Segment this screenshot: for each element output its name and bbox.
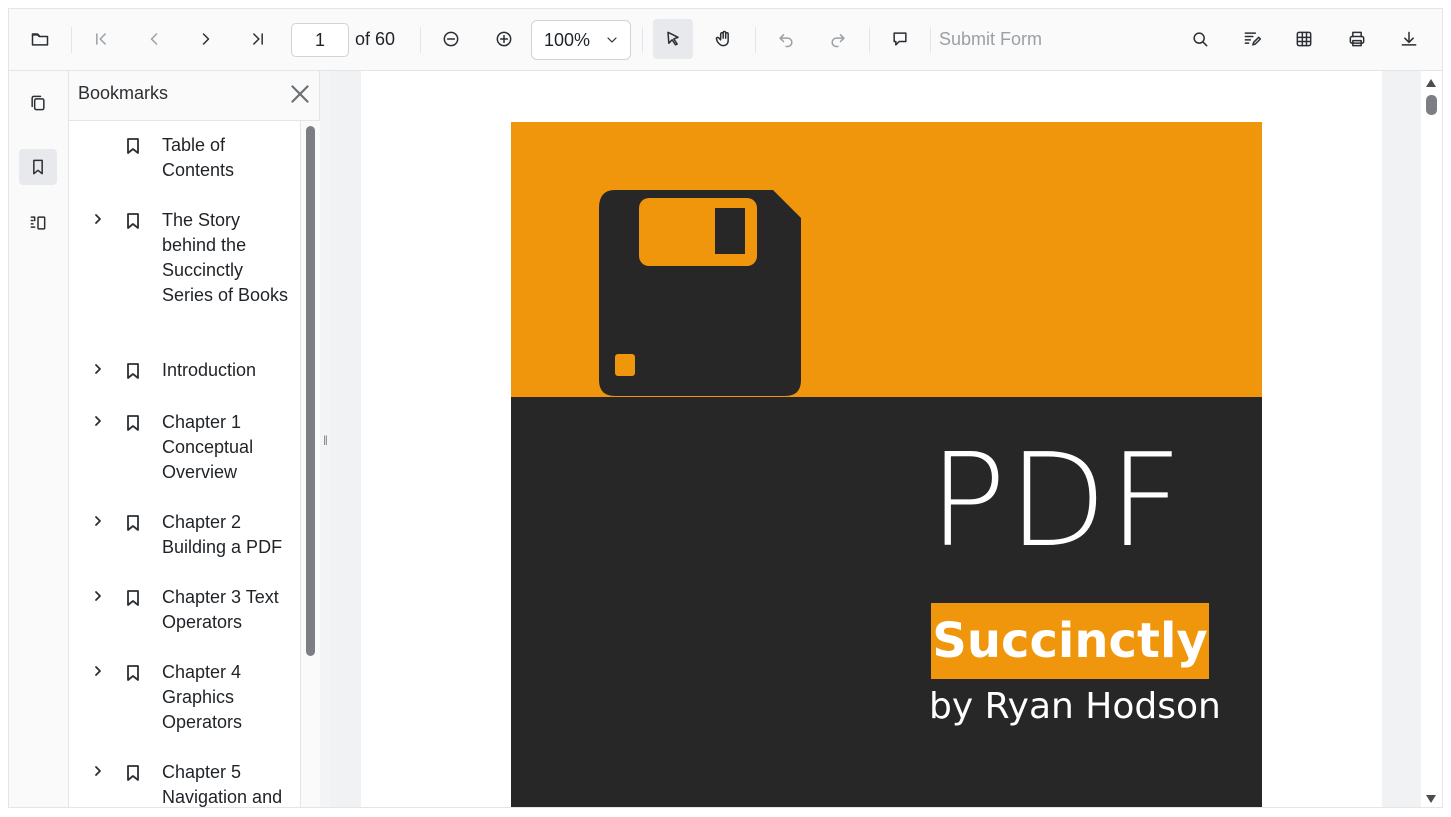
close-icon[interactable] <box>287 81 313 107</box>
scroll-up-arrow-icon[interactable] <box>1426 79 1436 87</box>
bookmark-icon <box>127 415 139 431</box>
scroll-down-arrow-icon[interactable] <box>1426 795 1436 803</box>
bookmarks-scrollbar[interactable] <box>301 121 320 807</box>
last-page-icon <box>253 33 263 45</box>
toolbar-separator <box>869 27 870 53</box>
search-icon <box>1193 32 1208 47</box>
bookmark-label: The Story behind the Succinctly Series o… <box>162 210 289 305</box>
chevron-right-icon[interactable] <box>91 764 105 778</box>
bookmarks-list: Table of Contents The Story behind the S… <box>69 121 301 807</box>
panel-resizer[interactable]: || <box>320 71 330 807</box>
submit-form-button[interactable]: Submit Form <box>939 29 1042 50</box>
bookmark-icon <box>127 213 139 229</box>
previous-page-button[interactable] <box>134 19 174 59</box>
page-thumbnails-button[interactable] <box>19 85 57 121</box>
viewer-scrollbar-thumb[interactable] <box>1426 95 1437 115</box>
viewer-scrollbar[interactable] <box>1421 71 1442 807</box>
bookmark-icon <box>127 363 139 379</box>
edit-annotation-icon <box>1244 32 1262 46</box>
bookmark-icon <box>127 590 139 606</box>
zoom-in-icon <box>496 31 512 47</box>
zoom-dropdown[interactable]: 100% <box>531 20 631 60</box>
chevron-left-icon <box>150 33 158 45</box>
download-icon <box>1401 31 1417 46</box>
cover-brand-badge: Succinctly <box>931 603 1209 679</box>
document-viewer[interactable]: PDF Succinctly by Ryan Hodson <box>330 71 1423 807</box>
open-file-button[interactable] <box>20 19 60 59</box>
bookmark-label: Chapter 1 Conceptual Overview <box>162 412 254 482</box>
comment-icon <box>893 32 907 46</box>
bookmark-icon <box>127 765 139 781</box>
navigation-rail <box>9 71 69 807</box>
first-page-icon <box>96 33 106 45</box>
chevron-right-icon <box>202 33 210 45</box>
toolbar-separator <box>71 27 72 53</box>
chevron-right-icon[interactable] <box>91 212 105 226</box>
last-page-button[interactable] <box>238 19 278 59</box>
redo-icon <box>831 34 845 48</box>
chevron-right-icon[interactable] <box>91 664 105 678</box>
copy-pages-icon <box>31 95 45 111</box>
print-icon <box>1349 31 1365 47</box>
cursor-icon <box>667 31 679 46</box>
toolbar-separator <box>420 27 421 53</box>
bookmark-icon <box>127 515 139 531</box>
chevron-right-icon[interactable] <box>91 514 105 528</box>
toolbar-separator <box>930 27 931 53</box>
page-total-label: of 60 <box>355 29 396 49</box>
form-fields-icon <box>1296 31 1312 47</box>
chevron-right-icon[interactable] <box>91 589 105 603</box>
pan-tool-button[interactable] <box>704 19 744 59</box>
toolbar-separator <box>755 27 756 53</box>
page-number-input[interactable] <box>291 23 349 57</box>
bookmark-label: Introduction <box>162 360 257 380</box>
chevron-right-icon[interactable] <box>91 414 105 428</box>
bookmark-label: Chapter 2 Building a PDF <box>162 512 283 557</box>
toolbar-separator <box>642 27 643 53</box>
print-button[interactable] <box>1337 19 1377 59</box>
chevron-down-icon <box>607 37 617 43</box>
resize-grip-icon: || <box>323 434 327 446</box>
form-designer-button[interactable] <box>1284 19 1324 59</box>
bookmark-label: Chapter 3 Text Operators <box>162 587 279 632</box>
bookmarks-scrollbar-thumb[interactable] <box>306 126 315 656</box>
selection-tool-button[interactable] <box>653 19 693 59</box>
bookmark-icon <box>33 159 43 175</box>
organize-pages-button[interactable] <box>19 205 57 241</box>
hand-icon <box>715 30 729 47</box>
bookmarks-header: Bookmarks <box>69 71 319 121</box>
pdf-page[interactable]: PDF Succinctly by Ryan Hodson <box>361 71 1382 807</box>
pdf-viewer-app: of 60 100% Submit Form <box>8 8 1443 808</box>
bookmark-label: Table of Contents <box>162 135 235 180</box>
bookmarks-button[interactable] <box>19 149 57 185</box>
zoom-out-button[interactable] <box>431 19 471 59</box>
next-page-button[interactable] <box>186 19 226 59</box>
bookmark-label: Chapter 4 Graphics Operators <box>162 662 243 732</box>
organize-pages-icon <box>30 216 46 230</box>
bookmark-icon <box>127 138 139 154</box>
undo-button[interactable] <box>766 19 806 59</box>
zoom-out-icon <box>443 31 459 47</box>
bookmarks-title: Bookmarks <box>78 83 169 103</box>
annotation-button[interactable] <box>1232 19 1272 59</box>
redo-button[interactable] <box>818 19 858 59</box>
folder-icon <box>31 33 49 46</box>
cover-title: PDF <box>929 427 1185 576</box>
main-toolbar: of 60 100% Submit Form <box>9 9 1442 71</box>
zoom-value: 100% <box>544 29 591 50</box>
book-cover: PDF Succinctly by Ryan Hodson <box>511 122 1262 807</box>
download-button[interactable] <box>1389 19 1429 59</box>
bookmark-icon <box>127 665 139 681</box>
cover-author: by Ryan Hodson <box>929 686 1221 727</box>
search-button[interactable] <box>1180 19 1220 59</box>
undo-icon <box>779 34 793 48</box>
zoom-in-button[interactable] <box>484 19 524 59</box>
bookmarks-panel: Bookmarks Table of Contents The Story be… <box>69 71 320 807</box>
floppy-disk-icon <box>599 190 801 396</box>
comment-button[interactable] <box>880 19 920 59</box>
chevron-right-icon[interactable] <box>91 362 105 376</box>
bookmark-label: Chapter 5 Navigation and <box>162 762 283 807</box>
first-page-button[interactable] <box>81 19 121 59</box>
